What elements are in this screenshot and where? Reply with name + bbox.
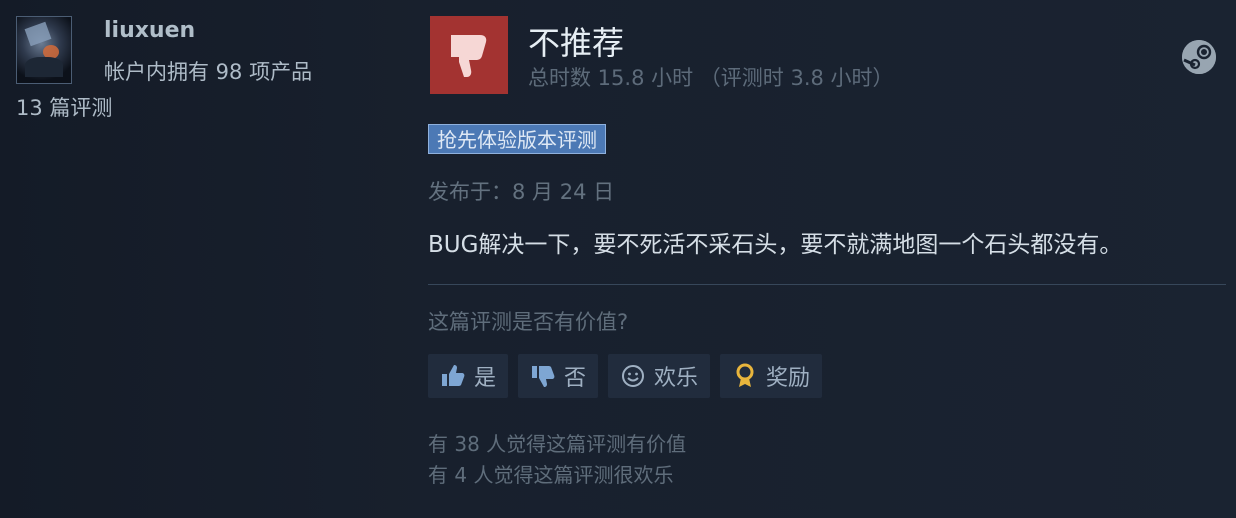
thumbs-down-icon (451, 35, 487, 77)
early-access-tag: 抢先体验版本评测 (428, 124, 606, 154)
vote-no-label: 否 (564, 366, 587, 391)
award-icon (732, 363, 758, 389)
review-card: liuxuen 帐户内拥有 98 项产品 13 篇评测 不推荐 总时数 15.8… (0, 0, 1236, 518)
steam-icon (1182, 40, 1216, 74)
avatar[interactable] (16, 16, 72, 84)
playtime: 总时数 15.8 小时 （评测时 3.8 小时） (528, 66, 894, 90)
products-owned[interactable]: 帐户内拥有 98 项产品 (104, 56, 312, 86)
smiley-icon (620, 363, 646, 389)
vote-funny-label: 欢乐 (654, 366, 699, 391)
not-recommended-badge (430, 16, 508, 94)
helpful-question: 这篇评测是否有价值? (428, 310, 629, 334)
review-count[interactable]: 13 篇评测 (16, 92, 112, 122)
vote-buttons: 是 否 欢乐 奖励 (428, 354, 823, 398)
helpful-count: 有 38 人觉得这篇评测有价值 (428, 432, 687, 456)
vote-no-button[interactable]: 否 (518, 354, 599, 398)
award-button[interactable]: 奖励 (720, 354, 823, 398)
recommendation-title[interactable]: 不推荐 (528, 18, 624, 64)
award-label: 奖励 (766, 366, 811, 391)
thumbs-up-icon (440, 363, 466, 389)
funny-count: 有 4 人觉得这篇评测很欢乐 (428, 463, 674, 487)
author-name[interactable]: liuxuen (104, 18, 195, 43)
divider (428, 284, 1226, 285)
posted-date: 发布于：8 月 24 日 (428, 180, 615, 204)
vote-yes-label: 是 (474, 366, 497, 391)
vote-funny-button[interactable]: 欢乐 (608, 354, 711, 398)
review-content: BUG解决一下，要不死活不采石头，要不就满地图一个石头都没有。 (428, 232, 1123, 258)
vote-yes-button[interactable]: 是 (428, 354, 509, 398)
thumbs-down-icon (530, 363, 556, 389)
